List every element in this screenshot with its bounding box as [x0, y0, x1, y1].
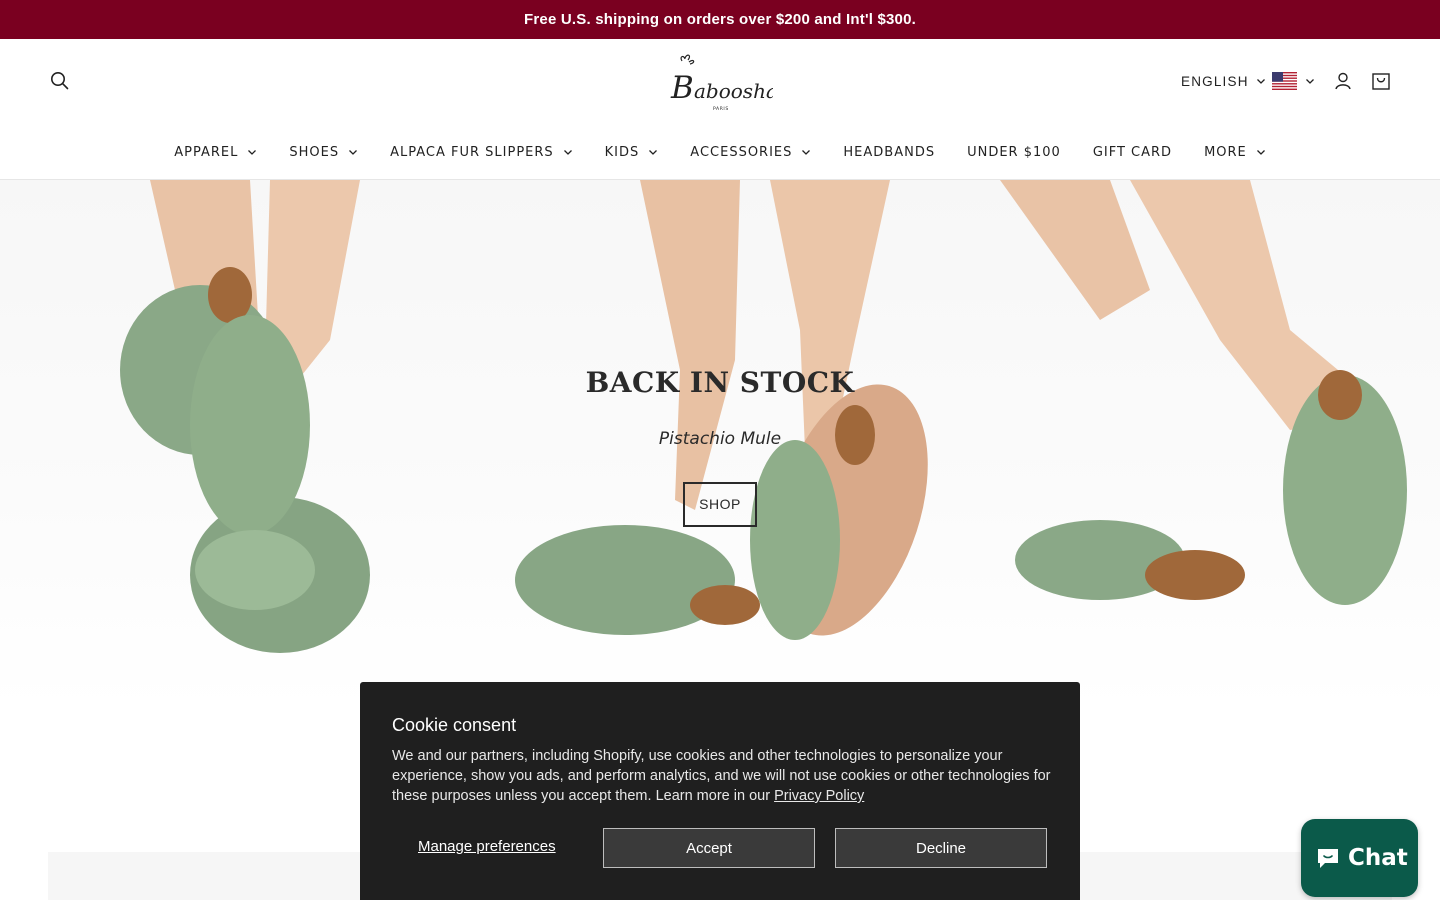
site-header: B aboosha PARIS ENGLISH APPAREL SHOES AL… [0, 39, 1440, 180]
nav-item-label: SHOES [289, 144, 340, 160]
hero-content: BACK IN STOCK Pistachio Mule SHOP [0, 366, 1440, 527]
account-icon[interactable] [1333, 71, 1353, 91]
chevron-down-icon [1256, 150, 1265, 155]
nav-item-more[interactable]: MORE [1204, 145, 1266, 160]
nav-item-label: APPAREL [174, 144, 239, 160]
chevron-down-icon [1306, 79, 1314, 84]
chevron-down-icon [1256, 79, 1265, 84]
nav-item-label: HEADBANDS [843, 144, 936, 160]
announcement-bar: Free U.S. shipping on orders over $200 a… [0, 0, 1440, 39]
chevron-down-icon [649, 150, 658, 155]
chat-button[interactable]: Chat [1301, 819, 1418, 897]
nav-item-alpaca-fur-slippers[interactable]: ALPACA FUR SLIPPERS [390, 145, 573, 160]
cookie-consent-dialog: Cookie consent We and our partners, incl… [360, 682, 1080, 900]
chevron-down-icon [248, 150, 257, 155]
nav-item-label: UNDER $100 [967, 144, 1061, 160]
nav-item-apparel[interactable]: APPAREL [174, 145, 257, 160]
brand-logo[interactable]: B aboosha PARIS [667, 54, 773, 112]
announcement-text: Free U.S. shipping on orders over $200 a… [524, 11, 916, 28]
cookie-body: We and our partners, including Shopify, … [392, 746, 1052, 806]
chat-label: Chat [1348, 845, 1408, 871]
cart-icon[interactable] [1371, 71, 1391, 91]
cookie-body-text: We and our partners, including Shopify, … [392, 748, 1051, 804]
nav-item-label: GIFT CARD [1092, 144, 1173, 160]
cookie-title: Cookie consent [392, 715, 517, 735]
shop-button[interactable]: SHOP [683, 482, 757, 527]
language-label: ENGLISH [1181, 73, 1249, 89]
main-nav: APPAREL SHOES ALPACA FUR SLIPPERS KIDS A… [0, 139, 1440, 165]
nav-item-gift-card[interactable]: GIFT CARD [1093, 145, 1172, 160]
hero-title: BACK IN STOCK [585, 366, 855, 399]
search-button[interactable] [48, 69, 70, 91]
us-flag-icon [1272, 72, 1297, 90]
privacy-policy-link[interactable]: Privacy Policy [774, 788, 864, 804]
svg-text:PARIS: PARIS [713, 106, 729, 112]
hero-subtitle: Pistachio Mule [658, 429, 782, 449]
nav-item-under-100[interactable]: UNDER $100 [967, 145, 1061, 160]
hero-banner[interactable]: BACK IN STOCK Pistachio Mule SHOP [0, 180, 1440, 710]
nav-item-label: KIDS [604, 144, 640, 160]
language-selector[interactable]: ENGLISH [1181, 71, 1266, 91]
nav-item-headbands[interactable]: HEADBANDS [843, 145, 935, 160]
chevron-down-icon [349, 150, 358, 155]
chat-bubble-icon [1318, 849, 1338, 868]
nav-item-kids[interactable]: KIDS [605, 145, 659, 160]
nav-item-label: ACCESSORIES [690, 144, 793, 160]
svg-text:B: B [670, 70, 694, 106]
nav-item-accessories[interactable]: ACCESSORIES [690, 145, 811, 160]
manage-preferences-link[interactable]: Manage preferences [418, 838, 556, 855]
accept-button[interactable]: Accept [603, 828, 815, 868]
search-icon [50, 71, 68, 89]
chevron-down-icon [802, 150, 811, 155]
country-selector[interactable] [1272, 71, 1315, 91]
svg-text:aboosha: aboosha [694, 79, 773, 103]
nav-item-shoes[interactable]: SHOES [289, 145, 358, 160]
nav-item-label: ALPACA FUR SLIPPERS [390, 144, 554, 160]
decline-button[interactable]: Decline [835, 828, 1047, 868]
chevron-down-icon [563, 150, 572, 155]
nav-item-label: MORE [1204, 144, 1247, 160]
